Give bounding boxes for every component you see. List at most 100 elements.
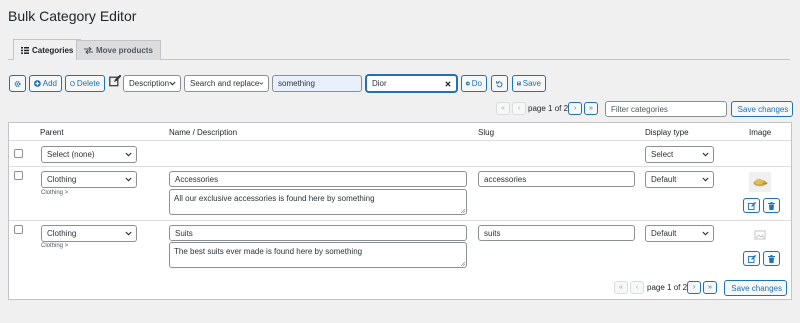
prev-page-button[interactable]: ‹ — [512, 102, 526, 115]
trash-icon — [768, 201, 775, 210]
category-image[interactable] — [749, 172, 771, 192]
page-indicator: page 1 of 2 — [528, 104, 569, 113]
chevron-down-icon — [702, 177, 709, 182]
resize-grip-icon[interactable] — [460, 208, 465, 213]
recycle-icon — [70, 81, 75, 87]
next-page-button[interactable]: › — [687, 281, 701, 294]
chevron-down-icon — [125, 177, 132, 182]
parent-path: Clothing > — [41, 190, 69, 196]
prev-page-button[interactable]: ‹ — [630, 281, 644, 294]
field-select[interactable]: Description — [123, 75, 181, 92]
clear-icon[interactable] — [445, 80, 451, 87]
next-page-button[interactable]: › — [568, 102, 582, 115]
parent-select[interactable]: Clothing — [41, 171, 137, 188]
parent-path: Clothing > — [41, 243, 69, 249]
save-changes-label: Save changes — [731, 283, 782, 293]
edit-image-button[interactable] — [743, 251, 760, 266]
replace-input[interactable]: Dior — [366, 75, 457, 92]
bulk-display-value: Select — [651, 150, 674, 159]
edit-icon — [747, 254, 756, 263]
do-button[interactable]: Do — [461, 75, 487, 92]
delete-image-button[interactable] — [763, 251, 780, 266]
add-button[interactable]: Add — [29, 75, 62, 92]
do-label: Do — [471, 79, 482, 88]
page-title: Bulk Category Editor — [8, 8, 137, 24]
name-value: Accessories — [175, 174, 219, 184]
row-checkbox[interactable] — [14, 225, 23, 234]
delete-button[interactable]: Delete — [65, 75, 105, 92]
placeholder-image[interactable] — [754, 229, 766, 241]
settings-button[interactable] — [9, 75, 26, 92]
display-type-value: Default — [651, 229, 677, 238]
exchange-icon — [84, 47, 93, 54]
search-input-value: something — [278, 79, 315, 88]
select-all-checkbox[interactable] — [14, 149, 23, 158]
bulk-parent-select[interactable]: Select (none) — [41, 146, 137, 163]
add-label: Add — [42, 79, 57, 88]
parent-select-value: Clothing — [47, 229, 77, 238]
row-divider — [9, 220, 791, 221]
description-value: The best suits ever made is found here b… — [174, 247, 363, 256]
resize-grip-icon[interactable] — [460, 261, 465, 266]
slug-value: suits — [484, 228, 501, 238]
edit-image-button[interactable] — [743, 198, 760, 213]
slug-input[interactable]: accessories — [478, 171, 635, 187]
action-select-value: Search and replace — [190, 79, 260, 88]
row-divider — [9, 166, 791, 167]
delete-image-button[interactable] — [763, 198, 780, 213]
column-header-image: Image — [749, 128, 772, 137]
row-divider — [9, 140, 791, 141]
tab-move-products[interactable]: Move products — [76, 40, 161, 60]
chevron-down-icon — [125, 152, 132, 157]
list-icon — [21, 46, 29, 54]
save-changes-button-top[interactable]: Save changes — [731, 101, 793, 117]
column-header-parent: Parent — [40, 128, 64, 137]
chevron-down-icon — [259, 82, 264, 85]
plus-circle-icon — [34, 80, 41, 87]
edit-icon — [747, 201, 756, 210]
name-input[interactable]: Suits — [169, 225, 467, 241]
chevron-down-icon — [702, 231, 709, 236]
floppy-icon — [517, 81, 521, 86]
column-header-slug: Slug — [478, 128, 495, 137]
first-page-button[interactable]: « — [614, 281, 628, 294]
display-type-select[interactable]: Default — [645, 171, 714, 188]
save-button[interactable]: Save — [512, 75, 546, 92]
last-page-button[interactable]: » — [703, 281, 717, 294]
row-checkbox[interactable] — [14, 171, 23, 180]
filter-input[interactable]: Filter categories — [605, 101, 727, 117]
description-value: All our exclusive accessories is found h… — [174, 194, 375, 203]
slug-input[interactable]: suits — [478, 225, 635, 241]
slug-value: accessories — [484, 174, 527, 184]
description-textarea[interactable]: All our exclusive accessories is found h… — [169, 189, 467, 215]
save-changes-label: Save changes — [737, 104, 789, 114]
display-type-select[interactable]: Default — [645, 225, 714, 242]
parent-select[interactable]: Clothing — [41, 225, 137, 242]
name-input[interactable]: Accessories — [169, 171, 467, 187]
gear-icon — [14, 80, 21, 87]
tab-label: Categories — [32, 45, 74, 55]
parent-select-value: Clothing — [47, 175, 77, 184]
tab-categories[interactable]: Categories — [13, 39, 82, 60]
image-placeholder-icon — [754, 230, 766, 240]
column-header-display-type: Display type — [645, 128, 689, 137]
page-indicator: page 1 of 2 — [647, 283, 688, 292]
search-input[interactable]: something — [272, 75, 362, 92]
bulk-parent-value: Select (none) — [47, 150, 95, 159]
last-page-button[interactable]: » — [584, 102, 598, 115]
first-page-button[interactable]: « — [496, 102, 510, 115]
field-select-value: Description — [129, 79, 170, 88]
name-value: Suits — [175, 228, 193, 238]
bulk-display-select[interactable]: Select — [645, 146, 714, 163]
cap-image-icon — [753, 178, 768, 187]
save-changes-button-bottom[interactable]: Save changes — [724, 280, 787, 296]
display-type-value: Default — [651, 175, 677, 184]
description-textarea[interactable]: The best suits ever made is found here b… — [169, 242, 467, 268]
trash-icon — [768, 254, 775, 263]
chevron-down-icon — [125, 231, 132, 236]
tab-label: Move products — [96, 46, 153, 55]
action-select[interactable]: Search and replace — [184, 75, 269, 92]
edit-icon — [109, 74, 122, 89]
undo-button[interactable] — [491, 75, 508, 92]
filter-placeholder: Filter categories — [611, 104, 668, 114]
